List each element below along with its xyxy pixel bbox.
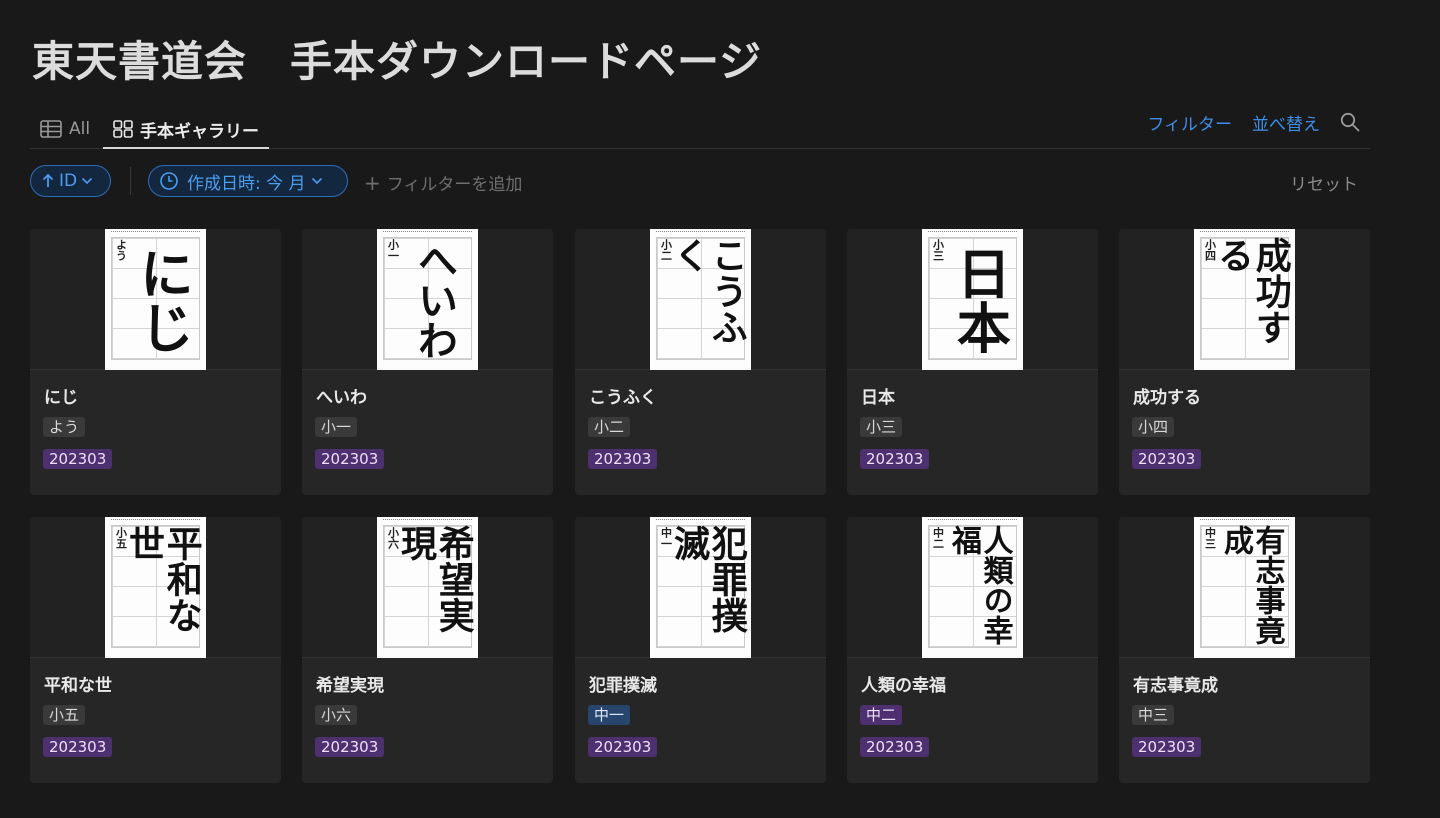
- tehon-sheet-image: 中二 人類の幸福: [921, 517, 1023, 658]
- card-cover: 中一 犯罪撲滅: [575, 517, 826, 658]
- gallery-card[interactable]: 中二 人類の幸福 人類の幸福 中二 202303: [847, 517, 1098, 783]
- tehon-sheet-image: 中三 有志事竟成: [1193, 517, 1295, 658]
- grade-tag: 小四: [1132, 417, 1175, 437]
- card-cover: 中二 人類の幸福: [847, 517, 1098, 658]
- month-tag: 202303: [1132, 449, 1202, 469]
- month-tag: 202303: [588, 449, 658, 469]
- view-actions: フィルター 並べ替え: [1147, 110, 1360, 135]
- add-filter-button[interactable]: + フィルターを追加: [364, 170, 522, 195]
- tehon-sheet-image: 小一 へいわ: [376, 229, 478, 370]
- page-title: 東天書道会 手本ダウンロードページ: [32, 37, 763, 86]
- card-title: 犯罪撲滅: [589, 676, 657, 696]
- card-title: にじ: [44, 388, 78, 408]
- table-icon: [40, 120, 62, 138]
- filter-button[interactable]: フィルター: [1147, 110, 1232, 135]
- grade-tag: 中二: [860, 705, 903, 725]
- gallery-card[interactable]: 中一 犯罪撲滅 犯罪撲滅 中一 202303: [575, 517, 826, 783]
- sort-button[interactable]: 並べ替え: [1252, 110, 1320, 135]
- card-cover: 小一 へいわ: [302, 229, 553, 370]
- month-tag: 202303: [315, 449, 385, 469]
- grade-tag: 小二: [588, 417, 631, 437]
- grade-tag: 小一: [315, 417, 358, 437]
- sheet-brush-text: こうふく: [668, 237, 748, 345]
- sort-chip-label: ID: [59, 171, 78, 191]
- gallery-card[interactable]: 小三 日本 日本 小三 202303: [847, 229, 1098, 495]
- date-filter-chip[interactable]: 作成日時: 今 月: [148, 165, 348, 197]
- sheet-brush-text: にじ: [130, 245, 195, 354]
- card-title: こうふく: [589, 388, 657, 408]
- sheet-brush-text: 平和な世: [123, 525, 203, 633]
- tehon-sheet-image: 中一 犯罪撲滅: [649, 517, 751, 658]
- arrow-up-icon: [42, 173, 54, 187]
- card-title: 希望実現: [316, 676, 384, 696]
- month-tag: 202303: [43, 449, 113, 469]
- add-filter-label: フィルターを追加: [386, 175, 523, 195]
- search-icon[interactable]: [1340, 112, 1360, 132]
- grade-tag: 小三: [860, 417, 903, 437]
- tab-all[interactable]: All: [40, 110, 90, 148]
- grade-tag: よう: [43, 417, 86, 437]
- month-tag: 202303: [315, 737, 385, 757]
- sheet-brush-text: 有志事竟成: [1218, 525, 1285, 645]
- sheet-brush-text: 成功する: [1212, 237, 1292, 345]
- card-title: 日本: [861, 388, 895, 408]
- card-cover: 小四 成功する: [1119, 229, 1370, 370]
- grade-tag: 中一: [588, 705, 631, 725]
- chevron-down-icon: [311, 177, 322, 185]
- sheet-brush-text: へいわ: [411, 239, 458, 360]
- month-tag: 202303: [860, 449, 930, 469]
- view-bar: All 手本ギャラリー フィルター 並べ替え: [30, 100, 1370, 149]
- gallery-card[interactable]: 小五 平和な世 平和な世 小五 202303: [30, 517, 281, 783]
- card-cover: 中三 有志事竟成: [1119, 517, 1370, 658]
- tehon-sheet-image: 小五 平和な世: [104, 517, 206, 658]
- tehon-sheet-image: 小二 こうふく: [649, 229, 751, 370]
- card-title: 有志事竟成: [1133, 676, 1218, 696]
- sheet-brush-text: 人類の幸福: [946, 525, 1013, 645]
- card-cover: 小五 平和な世: [30, 517, 281, 658]
- gallery-card[interactable]: 小一 へいわ へいわ小一 202303: [302, 229, 553, 495]
- month-tag: 202303: [860, 737, 930, 757]
- tab-gallery-label: 手本ギャラリー: [140, 121, 259, 142]
- card-title: 人類の幸福: [861, 676, 946, 696]
- card-cover: 小六 希望実現: [302, 517, 553, 658]
- gallery-card[interactable]: よう にじ にじ よう 202303: [30, 229, 281, 495]
- grade-tag: 小六: [315, 705, 358, 725]
- gallery-card[interactable]: 小六 希望実現 希望実現 小六 202303: [302, 517, 553, 783]
- tehon-sheet-image: よう にじ: [104, 229, 206, 370]
- card-cover: 小二 こうふく: [575, 229, 826, 370]
- month-tag: 202303: [588, 737, 658, 757]
- sort-chip[interactable]: ID: [30, 165, 111, 197]
- tab-all-label: All: [69, 119, 91, 139]
- gallery-card[interactable]: 中三 有志事竟成 有志事竟成 中三 202303: [1119, 517, 1370, 783]
- card-title: へいわ: [316, 388, 367, 408]
- sheet-brush-text: 希望実現: [395, 525, 475, 633]
- gallery-card[interactable]: 小二 こうふく こうふく 小二 202303: [575, 229, 826, 495]
- chevron-down-icon: [82, 177, 93, 185]
- card-title: 成功する: [1133, 388, 1201, 408]
- divider: [130, 167, 131, 195]
- clock-icon: [160, 172, 178, 190]
- tehon-sheet-image: 小三 日本: [921, 229, 1023, 370]
- tehon-sheet-image: 小四 成功する: [1193, 229, 1295, 370]
- sheet-brush-text: 日本: [947, 245, 1012, 354]
- sheet-brush-text: 犯罪撲滅: [668, 525, 748, 633]
- card-title: 平和な世: [44, 676, 112, 696]
- card-cover: よう にじ: [30, 229, 281, 370]
- reset-button[interactable]: リセット: [1290, 170, 1358, 195]
- tab-gallery[interactable]: 手本ギャラリー: [103, 110, 269, 149]
- grade-tag: 小五: [43, 705, 86, 725]
- date-chip-label: 作成日時: 今 月: [187, 173, 306, 194]
- tehon-sheet-image: 小六 希望実現: [376, 517, 478, 658]
- month-tag: 202303: [43, 737, 113, 757]
- plus-icon: +: [364, 171, 381, 195]
- gallery-card[interactable]: 小四 成功する 成功する 小四 202303: [1119, 229, 1370, 495]
- month-tag: 202303: [1132, 737, 1202, 757]
- grade-tag: 中三: [1132, 705, 1175, 725]
- filter-row: ID 作成日時: 今 月 + フィルターを追加 リセット: [30, 165, 1360, 197]
- gallery-icon: [113, 120, 133, 138]
- card-cover: 小三 日本: [847, 229, 1098, 370]
